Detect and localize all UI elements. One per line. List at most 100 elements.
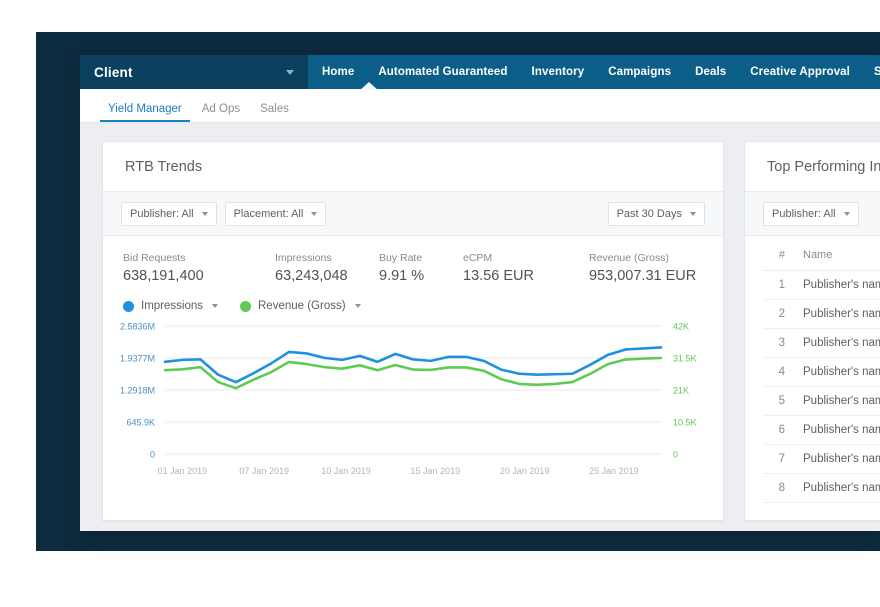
table-row[interactable]: 3Publisher's name [763, 328, 880, 358]
legend-label-revenue-gross: Revenue (Gross) [258, 300, 346, 312]
legend-item-impressions[interactable]: Impressions [123, 300, 218, 312]
svg-text:0: 0 [673, 450, 678, 460]
table-row[interactable]: 6Publisher's name [763, 415, 880, 445]
row-index: 7 [763, 444, 797, 474]
chevron-down-icon [201, 211, 208, 216]
chevron-down-icon [690, 211, 696, 216]
table-row[interactable]: 1Publisher's name [763, 270, 880, 300]
kpi-ecpm-label: eCPM [463, 252, 493, 264]
top-performing-filter-bar: Publisher: All [745, 192, 880, 236]
table-row[interactable]: 7Publisher's name [763, 444, 880, 474]
row-index: 2 [763, 299, 797, 329]
rtb-trends-card: RTB Trends Publisher: All Placement: All… [102, 141, 724, 521]
rtb-trends-title: RTB Trends [125, 158, 203, 175]
row-index: 8 [763, 473, 797, 503]
kpi-row: Bid Requests 638,191,400 Impressions 63,… [103, 236, 723, 288]
nav-item-home[interactable]: Home [308, 55, 366, 89]
tab-yield-manager[interactable]: Yield Manager [98, 103, 192, 122]
nav-item-campaigns[interactable]: Campaigns [596, 55, 683, 89]
publisher-filter-label: Publisher: All [130, 207, 194, 220]
chevron-down-icon [212, 304, 218, 308]
row-index: 3 [763, 328, 797, 358]
nav-item-deals[interactable]: Deals [683, 55, 738, 89]
date-range-filter[interactable]: Past 30 Days [607, 201, 705, 226]
kpi-impressions: Impressions 63,243,048 [275, 252, 379, 284]
top-navigation-bar: Client Home Automated Guaranteed Invento… [80, 55, 880, 90]
row-publisher-name: Publisher's name [797, 299, 880, 329]
svg-text:15 Jan 2019: 15 Jan 2019 [411, 466, 461, 476]
sub-navigation-bar: Yield Manager Ad Ops Sales [80, 89, 880, 123]
kpi-impressions-value: 63,243,048 [275, 268, 348, 284]
rtb-trends-chart: 0 0 645.9K 10.5K 1.2918M 21K 1.9377M 31.5K 2.583… [103, 312, 723, 482]
kpi-bid-requests-value: 638,191,400 [123, 268, 204, 284]
svg-text:07 Jan 2019: 07 Jan 2019 [239, 466, 289, 476]
placement-filter[interactable]: Placement: All [224, 201, 327, 226]
svg-text:25 Jan 2019: 25 Jan 2019 [589, 466, 639, 476]
top-performing-publisher-filter[interactable]: Publisher: All [763, 201, 859, 226]
row-publisher-name: Publisher's name [797, 357, 880, 387]
table-row[interactable]: 2Publisher's name [763, 299, 880, 329]
kpi-revenue-gross-label: Revenue (Gross) [589, 252, 669, 264]
screenshot-stage: Client Home Automated Guaranteed Invento… [0, 0, 880, 607]
top-performing-title: Top Performing Inventory [767, 158, 880, 175]
kpi-bid-requests: Bid Requests 638,191,400 [123, 252, 275, 284]
top-performing-inventory-card: Top Performing Inventory Publisher: All … [744, 141, 880, 521]
svg-text:645.9K: 645.9K [126, 418, 155, 428]
svg-text:21K: 21K [673, 386, 689, 396]
nav-item-stats-reports[interactable]: Stats & Reports [862, 55, 880, 89]
svg-text:2.5836M: 2.5836M [120, 322, 155, 332]
table-head: # Name [763, 240, 880, 271]
kpi-ecpm: eCPM 13.56 EUR [463, 252, 589, 284]
column-header-name: Name [797, 240, 880, 271]
row-index: 5 [763, 386, 797, 416]
svg-text:10.5K: 10.5K [673, 418, 697, 428]
table-row[interactable]: 5Publisher's name [763, 386, 880, 416]
placement-filter-label: Placement: All [233, 207, 304, 220]
nav-item-inventory[interactable]: Inventory [520, 55, 597, 89]
svg-text:10 Jan 2019: 10 Jan 2019 [321, 466, 371, 476]
kpi-revenue-gross: Revenue (Gross) 953,007.31 EUR [589, 252, 696, 284]
row-index: 6 [763, 415, 797, 445]
legend-label-impressions: Impressions [141, 300, 203, 312]
application-window: Client Home Automated Guaranteed Invento… [80, 55, 880, 531]
publisher-filter[interactable]: Publisher: All [121, 201, 217, 226]
client-selector[interactable]: Client [80, 55, 308, 89]
row-publisher-name: Publisher's name [797, 328, 880, 358]
table-row[interactable]: 4Publisher's name [763, 357, 880, 387]
row-publisher-name: Publisher's name [797, 473, 880, 503]
svg-text:20 Jan 2019: 20 Jan 2019 [500, 466, 550, 476]
kpi-buy-rate: Buy Rate 9.91 % [379, 252, 463, 284]
column-header-index: # [763, 240, 797, 271]
tab-sales[interactable]: Sales [250, 103, 299, 122]
table-header-row: # Name [763, 240, 880, 271]
page-content: RTB Trends Publisher: All Placement: All… [80, 123, 880, 531]
tab-ad-ops[interactable]: Ad Ops [192, 103, 250, 122]
svg-text:01 Jan 2019: 01 Jan 2019 [158, 466, 208, 476]
row-publisher-name: Publisher's name [797, 270, 880, 300]
rtb-trends-filter-bar: Publisher: All Placement: All Past 30 Da… [103, 192, 723, 236]
top-performing-header: Top Performing Inventory [745, 142, 880, 192]
active-nav-pointer-icon [360, 82, 378, 90]
legend-color-swatch-revenue [240, 300, 251, 312]
nav-item-automated-guaranteed[interactable]: Automated Guaranteed [366, 55, 519, 89]
kpi-impressions-label: Impressions [275, 252, 332, 264]
svg-text:31.5K: 31.5K [673, 354, 697, 364]
row-index: 4 [763, 357, 797, 387]
top-performing-table-wrap: # Name 1Publisher's name2Publisher's nam… [745, 236, 880, 503]
kpi-buy-rate-label: Buy Rate [379, 252, 423, 264]
chevron-down-icon [843, 211, 850, 216]
row-index: 1 [763, 270, 797, 300]
client-selector-label: Client [94, 64, 133, 80]
legend-item-revenue-gross[interactable]: Revenue (Gross) [240, 300, 361, 312]
chevron-down-icon [354, 304, 361, 308]
main-nav-items: Home Automated Guaranteed Inventory Camp… [308, 55, 880, 90]
nav-item-creative-approval[interactable]: Creative Approval [738, 55, 862, 89]
rtb-trends-line-chart: 0 0 645.9K 10.5K 1.2918M 21K 1.9377M 31.5K 2.583… [120, 322, 697, 477]
table-row[interactable]: 8Publisher's name [763, 473, 880, 503]
svg-text:1.2918M: 1.2918M [120, 386, 155, 396]
top-performing-table: # Name 1Publisher's name2Publisher's nam… [763, 240, 880, 503]
legend-color-swatch-impressions [123, 300, 134, 312]
svg-text:0: 0 [150, 450, 155, 460]
chevron-down-icon [311, 211, 318, 216]
row-publisher-name: Publisher's name [797, 444, 880, 474]
